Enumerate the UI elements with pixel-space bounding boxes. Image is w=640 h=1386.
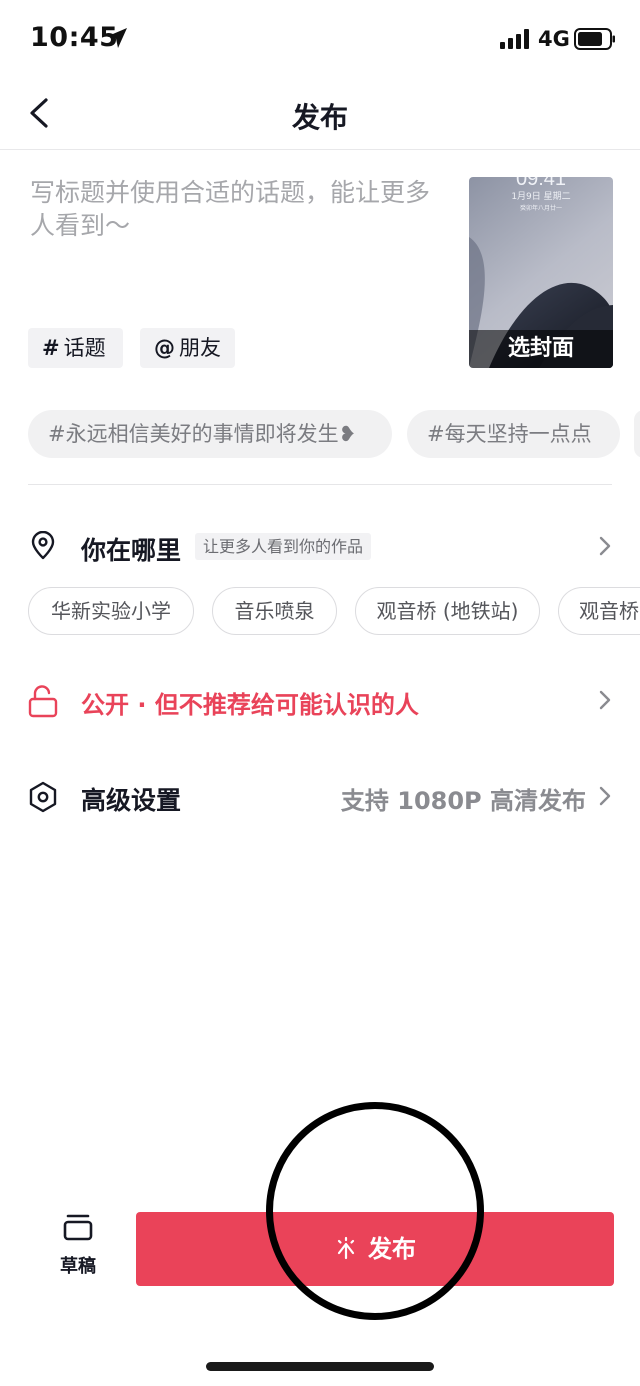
mention-friend-button[interactable]: @ 朋友 xyxy=(140,328,235,368)
page-title: 发布 xyxy=(291,101,348,134)
status-bar: 10:45 4G xyxy=(0,0,640,80)
publish-spark-icon xyxy=(337,1236,355,1260)
battery-icon xyxy=(574,28,615,50)
location-pin-icon xyxy=(31,531,55,560)
advanced-settings-value: 支持 1080P 高清发布 xyxy=(340,787,586,815)
advanced-chevron-icon[interactable] xyxy=(597,784,613,808)
friend-label: 朋友 xyxy=(179,336,221,360)
signal-icon xyxy=(500,29,529,49)
location-suggestion[interactable]: 观音桥 xyxy=(558,587,640,635)
select-cover-label: 选封面 xyxy=(469,330,613,368)
suggested-topic[interactable]: #永远相信美好的事情即将发生❥ xyxy=(28,410,392,458)
nav-bar: 发布 xyxy=(0,80,640,150)
cover-picker[interactable]: 09:41 1月9日 星期二 癸卯年八月廿一 选封面 xyxy=(469,177,613,368)
drafts-label: 草稿 xyxy=(60,1256,96,1277)
network-label: 4G xyxy=(538,27,570,51)
settings-hexagon-icon xyxy=(29,781,57,813)
highlight-circle-annotation xyxy=(266,1102,484,1320)
topic-label: 话题 xyxy=(63,336,106,360)
cover-lunar-date: 癸卯年八月廿一 xyxy=(519,205,562,212)
publish-button[interactable]: 发布 xyxy=(136,1212,614,1286)
topic-button[interactable]: # 话题 xyxy=(28,328,123,368)
divider xyxy=(28,484,612,485)
publish-label: 发布 xyxy=(368,1235,416,1263)
location-suggestion[interactable]: 华新实验小学 xyxy=(28,587,194,635)
location-suggestion[interactable]: 观音桥 (地铁站) xyxy=(355,587,540,635)
location-chevron-icon[interactable] xyxy=(597,534,613,558)
drafts-button[interactable]: 草稿 xyxy=(54,1212,102,1277)
drafts-box-icon xyxy=(63,1214,93,1241)
location-title[interactable]: 你在哪里 xyxy=(81,531,181,567)
location-hint: 让更多人看到你的作品 xyxy=(195,533,372,560)
suggested-topic[interactable]: #每天坚持一点点 xyxy=(407,410,620,458)
advanced-settings-title[interactable]: 高级设置 xyxy=(81,781,181,817)
unlock-icon xyxy=(28,685,58,718)
location-suggestion[interactable]: 音乐喷泉 xyxy=(212,587,337,635)
at-icon: @ xyxy=(154,336,175,360)
home-indicator xyxy=(206,1362,434,1371)
caption-input[interactable]: 写标题并使用合适的话题，能让更多人看到～ xyxy=(30,176,440,242)
cover-date: 1月9日 星期二 xyxy=(511,192,571,202)
suggested-topic-partial[interactable] xyxy=(634,410,640,458)
privacy-setting[interactable]: 公开 · 但不推荐给可能认识的人 xyxy=(81,685,419,720)
hash-icon: # xyxy=(42,336,60,360)
privacy-chevron-icon[interactable] xyxy=(597,688,613,712)
location-arrow-icon xyxy=(107,28,127,48)
